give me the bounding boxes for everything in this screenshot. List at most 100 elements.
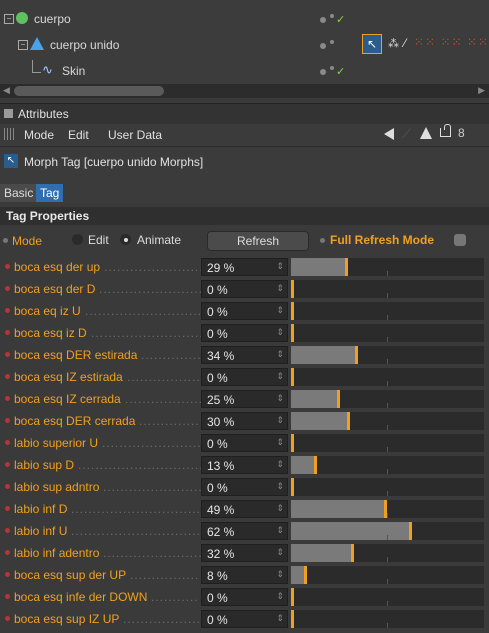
editor-visibility-dot[interactable] (320, 69, 326, 75)
morph-tag-icon[interactable]: ↖ (362, 34, 382, 54)
morph-value-field[interactable]: 0 % ⇕ (201, 368, 288, 386)
animation-dot[interactable] (5, 484, 10, 489)
morph-value-field[interactable]: 25 % ⇕ (201, 390, 288, 408)
enabled-check-icon[interactable]: ✓ (336, 13, 345, 26)
tree-row-cuerpo-unido[interactable]: − cuerpo unido ↖ ⁂ ⁄ ⁙⁙ ⁙⁙ ⁙⁙ (0, 34, 489, 58)
morph-value-field[interactable]: 0 % ⇕ (201, 610, 288, 628)
edit-radio[interactable] (72, 234, 83, 245)
morph-value-field[interactable]: 34 % ⇕ (201, 346, 288, 364)
visibility-dots[interactable] (316, 40, 356, 52)
refresh-button[interactable]: Refresh (207, 231, 309, 251)
morph-value-field[interactable]: 8 % ⇕ (201, 566, 288, 584)
morph-slider[interactable] (291, 390, 484, 408)
tab-tag[interactable]: Tag (36, 184, 64, 202)
morph-value-field[interactable]: 0 % ⇕ (201, 478, 288, 496)
render-visibility-dot[interactable] (330, 40, 334, 44)
morph-slider[interactable] (291, 368, 484, 386)
visibility-dots[interactable]: ✓ (316, 66, 356, 78)
slider-knob[interactable] (345, 258, 348, 276)
morph-slider[interactable] (291, 478, 484, 496)
slider-knob[interactable] (291, 368, 294, 386)
spinner-arrows-icon[interactable]: ⇕ (276, 569, 284, 580)
animation-dot[interactable] (5, 418, 10, 423)
spinner-arrows-icon[interactable]: ⇕ (276, 481, 284, 492)
spinner-arrows-icon[interactable]: ⇕ (276, 525, 284, 536)
back-arrow-icon[interactable] (384, 128, 394, 140)
animation-dot[interactable] (5, 308, 10, 313)
scrollbar-thumb[interactable] (14, 86, 164, 96)
menu-edit[interactable]: Edit (68, 128, 89, 142)
morph-slider[interactable] (291, 544, 484, 562)
selection-tags-icon[interactable]: ⁙⁙ ⁙⁙ ⁙⁙ (414, 35, 489, 49)
animation-dot[interactable] (5, 440, 10, 445)
animation-dot[interactable] (5, 286, 10, 291)
morph-value-field[interactable]: 49 % ⇕ (201, 500, 288, 518)
render-visibility-dot[interactable] (330, 66, 334, 70)
spinner-arrows-icon[interactable]: ⇕ (276, 613, 284, 624)
slider-knob[interactable] (337, 390, 340, 408)
morph-slider[interactable] (291, 610, 484, 628)
slider-knob[interactable] (291, 610, 294, 628)
morph-slider[interactable] (291, 346, 484, 364)
morph-value-field[interactable]: 0 % ⇕ (201, 302, 288, 320)
slider-knob[interactable] (291, 588, 294, 606)
morph-value-field[interactable]: 32 % ⇕ (201, 544, 288, 562)
animation-dot[interactable] (320, 238, 325, 243)
visibility-dots[interactable]: ✓ (316, 14, 356, 26)
animation-dot[interactable] (5, 396, 10, 401)
editor-visibility-dot[interactable] (320, 17, 326, 23)
animation-dot[interactable] (5, 594, 10, 599)
spinner-arrows-icon[interactable]: ⇕ (276, 503, 284, 514)
morph-slider[interactable] (291, 500, 484, 518)
morph-value-field[interactable]: 30 % ⇕ (201, 412, 288, 430)
new-panel-icon[interactable]: 8 (458, 126, 465, 140)
weight-tag-icon[interactable]: ⁂ (388, 37, 399, 50)
scroll-right-icon[interactable]: ▶ (478, 85, 485, 96)
spinner-arrows-icon[interactable]: ⇕ (276, 305, 284, 316)
morph-slider[interactable] (291, 522, 484, 540)
morph-slider[interactable] (291, 302, 484, 320)
animation-dot[interactable] (5, 352, 10, 357)
collapse-icon[interactable]: − (4, 14, 14, 24)
morph-slider[interactable] (291, 280, 484, 298)
spinner-arrows-icon[interactable]: ⇕ (276, 459, 284, 470)
animation-dot[interactable] (5, 572, 10, 577)
slider-knob[interactable] (291, 324, 294, 342)
brush-tag-icon[interactable]: ⁄ (404, 36, 406, 50)
morph-slider[interactable] (291, 588, 484, 606)
animation-dot[interactable] (5, 264, 10, 269)
tree-row-skin[interactable]: ∿ Skin ✓ (0, 60, 489, 84)
morph-value-field[interactable]: 0 % ⇕ (201, 434, 288, 452)
slider-knob[interactable] (291, 434, 294, 452)
animation-dot[interactable] (5, 506, 10, 511)
enabled-check-icon[interactable]: ✓ (336, 65, 345, 78)
slider-knob[interactable] (351, 544, 354, 562)
spinner-arrows-icon[interactable]: ⇕ (276, 371, 284, 382)
spinner-arrows-icon[interactable]: ⇕ (276, 415, 284, 426)
animation-dot[interactable] (5, 462, 10, 467)
slider-knob[interactable] (314, 456, 317, 474)
morph-value-field[interactable]: 0 % ⇕ (201, 280, 288, 298)
collapse-icon[interactable]: − (18, 40, 28, 50)
spinner-arrows-icon[interactable]: ⇕ (276, 327, 284, 338)
tab-basic[interactable]: Basic (0, 184, 38, 202)
slider-knob[interactable] (409, 522, 412, 540)
render-visibility-dot[interactable] (330, 14, 334, 18)
animation-dot[interactable] (5, 550, 10, 555)
spinner-arrows-icon[interactable]: ⇕ (276, 283, 284, 294)
morph-value-field[interactable]: 29 % ⇕ (201, 258, 288, 276)
spinner-arrows-icon[interactable]: ⇕ (276, 261, 284, 272)
morph-value-field[interactable]: 0 % ⇕ (201, 588, 288, 606)
spinner-arrows-icon[interactable]: ⇕ (276, 393, 284, 404)
morph-slider[interactable] (291, 412, 484, 430)
slider-knob[interactable] (291, 280, 294, 298)
slider-knob[interactable] (355, 346, 358, 364)
full-refresh-checkbox[interactable] (454, 234, 466, 246)
morph-slider[interactable] (291, 456, 484, 474)
tree-row-cuerpo[interactable]: − cuerpo ✓ (0, 8, 489, 32)
scroll-left-icon[interactable]: ◀ (3, 85, 10, 96)
slider-knob[interactable] (304, 566, 307, 584)
morph-value-field[interactable]: 62 % ⇕ (201, 522, 288, 540)
menu-user-data[interactable]: User Data (108, 128, 162, 142)
animation-dot[interactable] (5, 374, 10, 379)
